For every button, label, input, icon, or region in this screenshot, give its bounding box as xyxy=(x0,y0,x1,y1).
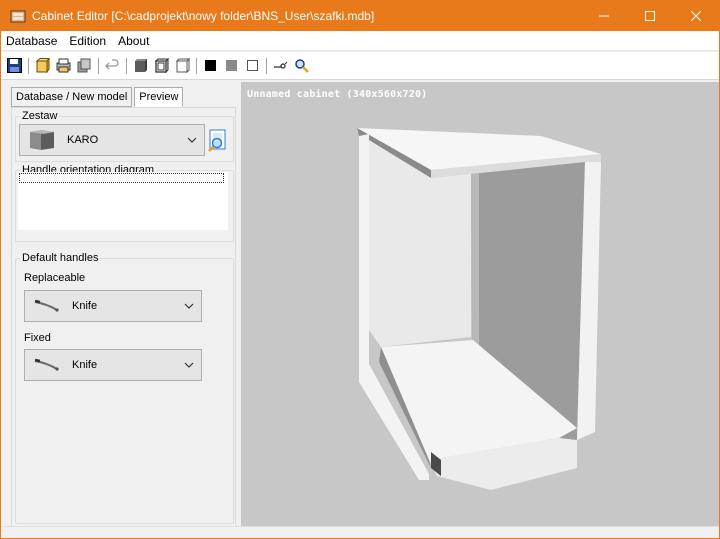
title-bar[interactable]: Cabinet Editor [C:\cadprojekt\nowy folde… xyxy=(1,1,719,31)
toolbar-separator xyxy=(196,57,197,74)
close-button[interactable] xyxy=(673,1,719,31)
toolbar-separator xyxy=(266,57,267,74)
replaceable-label: Replaceable xyxy=(24,272,86,284)
toolbar xyxy=(1,52,719,80)
toolbar-separator xyxy=(98,57,99,74)
replaceable-handle-select[interactable]: Knife xyxy=(24,290,202,322)
status-bar xyxy=(1,526,719,538)
zoom-icon[interactable] xyxy=(293,57,310,74)
menu-database[interactable]: Database xyxy=(1,31,63,51)
copy-icon[interactable] xyxy=(76,57,93,74)
replaceable-handle-value: Knife xyxy=(72,300,98,312)
zestaw-legend: Zestaw xyxy=(22,110,58,122)
cabinet-3d-model xyxy=(357,128,601,490)
menu-about[interactable]: About xyxy=(112,31,155,51)
toolbar-separator xyxy=(126,57,127,74)
chevron-down-icon xyxy=(182,303,196,309)
box-wire-icon[interactable] xyxy=(174,57,191,74)
save-icon[interactable] xyxy=(6,57,23,74)
color-gray-icon[interactable] xyxy=(223,57,240,74)
menu-edition[interactable]: Edition xyxy=(63,31,112,51)
color-black-icon[interactable] xyxy=(202,57,219,74)
cabinet-3d-viewport[interactable]: Unnamed cabinet (340x560x720) xyxy=(241,82,719,526)
zestaw-select[interactable]: KARO xyxy=(19,124,205,156)
app-icon xyxy=(10,8,26,24)
box-outline-icon[interactable] xyxy=(153,57,170,74)
left-panel: Database / New model Preview Zestaw KARO xyxy=(11,87,236,527)
orientation-focus-rect xyxy=(19,173,224,183)
open-cabinet-icon[interactable] xyxy=(34,57,51,74)
window-title: Cabinet Editor [C:\cadprojekt\nowy folde… xyxy=(32,9,375,23)
knife-handle-icon xyxy=(28,293,66,319)
minimize-button[interactable] xyxy=(581,1,627,31)
zestaw-value: KARO xyxy=(67,134,99,146)
menu-bar: Database Edition About xyxy=(1,31,719,51)
app-window: Cabinet Editor [C:\cadprojekt\nowy folde… xyxy=(0,0,720,539)
box-solid-icon[interactable] xyxy=(132,57,149,74)
default-handles-legend: Default handles xyxy=(22,252,99,264)
chevron-down-icon xyxy=(182,362,196,368)
handle-orientation-diagram[interactable] xyxy=(18,172,228,230)
tab-database-new-model[interactable]: Database / New model xyxy=(11,87,133,107)
toolbar-separator xyxy=(28,57,29,74)
fixed-handle-select[interactable]: Knife xyxy=(24,349,202,381)
tab-preview[interactable]: Preview xyxy=(134,87,184,107)
tab-strip: Database / New model Preview xyxy=(11,87,184,107)
print-icon[interactable] xyxy=(55,57,72,74)
fixed-handle-value: Knife xyxy=(72,359,98,371)
chevron-down-icon xyxy=(185,137,199,143)
handle-icon[interactable] xyxy=(272,57,289,74)
undo-icon[interactable] xyxy=(104,57,121,74)
color-white-icon[interactable] xyxy=(244,57,261,74)
knife-handle-icon xyxy=(28,352,66,378)
preview-tab-body: Zestaw KARO Handle orientation diagram D… xyxy=(11,107,236,527)
cabinet-thumbnail-icon xyxy=(23,127,61,153)
fixed-label: Fixed xyxy=(24,332,51,344)
preview-search-button[interactable] xyxy=(207,129,229,153)
maximize-button[interactable] xyxy=(627,1,673,31)
